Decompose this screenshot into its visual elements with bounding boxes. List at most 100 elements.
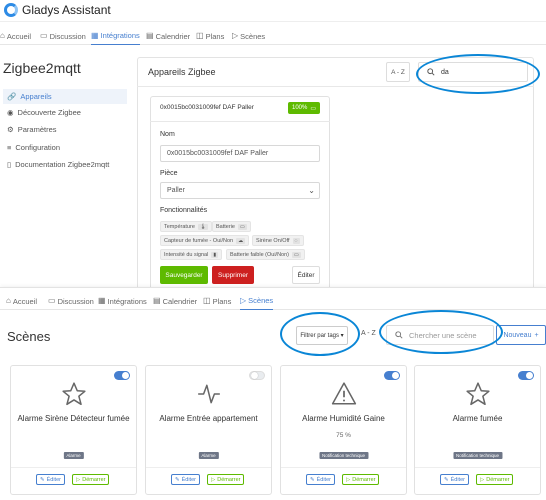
annotation-circle-scene-search xyxy=(379,310,503,354)
wifi-icon: ◉ xyxy=(7,108,14,117)
signal-icon: ▮ xyxy=(211,251,219,258)
sidebar-item-documentation[interactable]: ▯ Documentation Zigbee2mqtt xyxy=(3,157,127,172)
nav-item-scenes[interactable]: ▷ Scènes xyxy=(240,292,274,310)
book-icon: ▯ xyxy=(7,160,12,169)
edit-scene-button[interactable]: ✎ Éditer xyxy=(440,474,469,485)
edit-icon: ✎ xyxy=(310,476,315,483)
page-title: Zigbee2mqtt xyxy=(3,60,81,76)
card-divider xyxy=(150,121,330,122)
scene-card[interactable]: Alarme Entrée appartement Alarme ✎ Éditer… xyxy=(145,365,272,495)
sidebar-item-decouverte[interactable]: ◉ Découverte Zigbee xyxy=(3,105,127,120)
scene-card[interactable]: Alarme Humidité Gaine 75 % Notification … xyxy=(280,365,407,495)
battery-low-icon: ▭ xyxy=(292,251,301,258)
new-scene-button[interactable]: Nouveau + xyxy=(496,325,546,345)
annotation-circle-search xyxy=(416,54,540,94)
battery-icon: ▭ xyxy=(310,105,317,112)
home-icon: ⌂ xyxy=(0,31,5,40)
star-icon xyxy=(11,380,136,408)
warning-icon xyxy=(281,380,406,408)
device-card-title: 0x0015bc0031009fef DAF Paller xyxy=(160,104,254,111)
gear-icon: ⚙ xyxy=(7,125,14,134)
start-scene-button[interactable]: ▷ Démarrer xyxy=(342,474,380,485)
nav-item-plans[interactable]: ◫ Plans xyxy=(203,292,231,310)
sidebar-item-configuration[interactable]: ≡ Configuration xyxy=(3,140,127,155)
calendar-icon: ▤ xyxy=(153,296,161,305)
plus-icon: + xyxy=(534,331,539,339)
edit-button[interactable]: Éditer xyxy=(292,266,320,284)
delete-button[interactable]: Supprimer xyxy=(212,266,254,284)
sort-button[interactable]: A - Z xyxy=(361,330,376,337)
play-icon: ▷ xyxy=(346,476,351,483)
scene-enabled-toggle[interactable] xyxy=(249,371,265,380)
chat-icon: ▭ xyxy=(48,296,56,305)
map-icon: ◫ xyxy=(196,31,204,40)
nav-item-scenes[interactable]: ▷ Scènes xyxy=(232,27,265,45)
device-name-input[interactable]: 0x0015bc0031009fef DAF Paller xyxy=(160,145,320,162)
scenes-nav: ⌂ Accueil ▭ Discussion ▦ Intégrations ▤ Cale… xyxy=(0,292,546,310)
edit-scene-button[interactable]: ✎ Éditer xyxy=(171,474,200,485)
nav-item-accueil[interactable]: ⌂ Accueil xyxy=(6,292,37,310)
edit-icon: ✎ xyxy=(40,476,45,483)
start-scene-button[interactable]: ▷ Démarrer xyxy=(207,474,245,485)
annotation-circle-filter xyxy=(280,312,360,356)
scene-subtitle: 75 % xyxy=(336,432,351,439)
edit-scene-button[interactable]: ✎ Éditer xyxy=(306,474,335,485)
app-title: Gladys Assistant xyxy=(22,3,111,17)
sort-button[interactable]: A - Z xyxy=(386,62,410,82)
start-scene-button[interactable]: ▷ Démarrer xyxy=(72,474,110,485)
scene-enabled-toggle[interactable] xyxy=(518,371,534,380)
nav-item-plans[interactable]: ◫ Plans xyxy=(196,27,224,45)
scene-enabled-toggle[interactable] xyxy=(114,371,130,380)
scene-enabled-toggle[interactable] xyxy=(384,371,400,380)
card-divider xyxy=(146,467,271,468)
room-label: Pièce xyxy=(160,170,178,177)
scene-name: Alarme Humidité Gaine xyxy=(302,414,385,423)
thermometer-icon: 🌡 xyxy=(197,223,209,230)
smoke-icon: ☁ xyxy=(236,237,246,244)
panel-title: Appareils Zigbee xyxy=(148,67,216,77)
sidebar-item-appareils[interactable]: 🔗 Appareils xyxy=(3,89,127,104)
scene-tag-badge: Notification technique xyxy=(318,452,369,459)
sliders-icon: ≡ xyxy=(7,143,12,152)
nav-item-calendrier[interactable]: ▤ Calendrier xyxy=(153,292,197,310)
feature-badge: Sirène On/Off ◌ xyxy=(252,235,304,246)
sidebar-item-parametres[interactable]: ⚙ Paramètres xyxy=(3,122,127,137)
chat-icon: ▭ xyxy=(40,31,48,40)
nav-item-calendrier[interactable]: ▤ Calendrier xyxy=(146,27,190,45)
link-icon: 🔗 xyxy=(7,92,17,101)
nav-item-integrations[interactable]: ▦ Intégrations xyxy=(98,292,147,310)
scene-name: Alarme Sirène Détecteur fumée xyxy=(17,414,130,423)
page-title: Scènes xyxy=(7,329,51,344)
nav-item-discussion[interactable]: ▭ Discussion xyxy=(40,27,86,45)
room-select[interactable]: Paller ⌄ xyxy=(160,182,320,199)
start-scene-button[interactable]: ▷ Démarrer xyxy=(476,474,514,485)
edit-scene-button[interactable]: ✎ Éditer xyxy=(36,474,65,485)
feature-badge: Intensité du signal ▮ xyxy=(160,249,223,260)
siren-icon: ◌ xyxy=(292,237,300,244)
battery-badge: 100% ▭ xyxy=(288,102,320,114)
scene-tag-badge: Notification technique xyxy=(452,452,503,459)
feature-badge: Capteur de fumée - Oui/Non ☁ xyxy=(160,235,250,246)
calendar-icon: ▤ xyxy=(146,31,154,40)
star-icon xyxy=(415,380,540,408)
name-label: Nom xyxy=(160,131,175,138)
nav-item-discussion[interactable]: ▭ Discussion xyxy=(48,292,94,310)
scene-card[interactable]: Alarme fumée Notification technique ✎ Édi… xyxy=(414,365,541,495)
feature-badge: Température 🌡 xyxy=(160,221,213,232)
edit-icon: ✎ xyxy=(175,476,180,483)
card-divider xyxy=(281,467,406,468)
grid-icon: ▦ xyxy=(91,30,99,40)
card-divider xyxy=(415,467,540,468)
play-icon: ▷ xyxy=(240,295,247,305)
scene-card[interactable]: Alarme Sirène Détecteur fumée Alarme ✎ Éd… xyxy=(10,365,137,495)
play-icon: ▷ xyxy=(76,476,81,483)
gladys-logo-icon xyxy=(4,3,18,17)
card-divider xyxy=(11,467,136,468)
scene-name: Alarme Entrée appartement xyxy=(159,414,258,423)
nav-item-accueil[interactable]: ⌂ Accueil xyxy=(0,27,31,45)
nav-item-integrations[interactable]: ▦ Intégrations xyxy=(91,27,140,45)
feature-badge: Batterie ▭ xyxy=(212,221,251,232)
save-button[interactable]: Sauvegarder xyxy=(160,266,208,284)
scene-tag-badge: Alarme xyxy=(198,452,219,459)
battery-icon: ▭ xyxy=(237,223,247,230)
